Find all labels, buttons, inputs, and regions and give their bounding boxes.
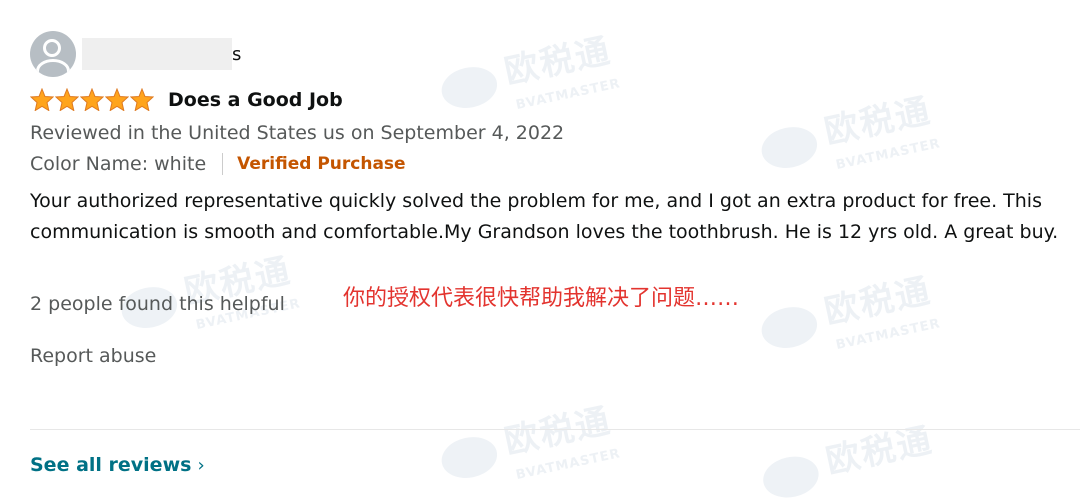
star-icon bbox=[30, 88, 54, 111]
reviewer-name-redacted bbox=[82, 38, 232, 70]
see-all-reviews-link[interactable]: See all reviews › bbox=[30, 454, 205, 476]
review-title-row: Does a Good Job bbox=[30, 88, 343, 111]
helpful-count: 2 people found this helpful bbox=[30, 293, 285, 315]
chevron-right-icon: › bbox=[197, 454, 205, 476]
review-date: Reviewed in the United States us on Sept… bbox=[30, 122, 565, 144]
watermark: 欧税通 BVATMASTER bbox=[755, 82, 942, 187]
variant-label[interactable]: Color Name: white bbox=[30, 153, 206, 175]
review-format-strip: Color Name: white Verified Purchase bbox=[30, 153, 406, 175]
watermark: 欧税通 BVATMASTER bbox=[435, 392, 622, 497]
reviewer-name: s bbox=[232, 43, 242, 65]
watermark: 欧税通 bbox=[756, 413, 938, 502]
avatar bbox=[30, 31, 76, 77]
star-rating[interactable] bbox=[30, 88, 154, 111]
watermark: 欧税通 BVATMASTER bbox=[435, 22, 622, 127]
see-all-label: See all reviews bbox=[30, 454, 192, 476]
star-icon bbox=[55, 88, 79, 111]
divider bbox=[222, 153, 224, 175]
translation-annotation: 你的授权代表很快帮助我解决了问题…… bbox=[343, 286, 740, 311]
report-abuse-link[interactable]: Report abuse bbox=[30, 345, 156, 367]
star-icon bbox=[105, 88, 129, 111]
star-icon bbox=[130, 88, 154, 111]
divider bbox=[30, 429, 1080, 430]
watermark: 欧税通 BVATMASTER bbox=[755, 262, 942, 367]
review-body: Your authorized representative quickly s… bbox=[30, 190, 1059, 243]
verified-purchase-badge: Verified Purchase bbox=[237, 154, 406, 174]
star-icon bbox=[80, 88, 104, 111]
reviewer-profile[interactable]: s bbox=[30, 30, 241, 78]
review-title[interactable]: Does a Good Job bbox=[168, 89, 343, 111]
